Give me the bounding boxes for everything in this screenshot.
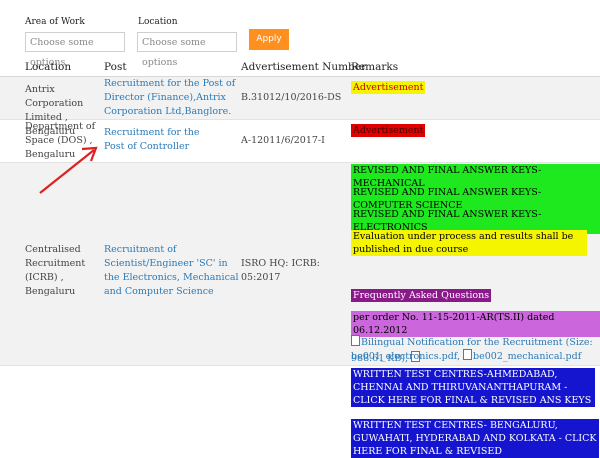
advertisement-number: A-12011/6/2017-I [241, 135, 325, 146]
header-remarks: Remarks [351, 61, 399, 73]
area-of-work-select[interactable]: Choose some options [25, 32, 125, 68]
area-of-work-label: Area of Work [25, 17, 85, 27]
post-link[interactable]: Recruitment of Scientist/Engineer 'SC' i… [104, 243, 239, 299]
table-row: Centralised Recruitment (ICRB) , Bengalu… [0, 163, 600, 366]
advertisement-number: B.31012/10/2016-DS [241, 92, 342, 103]
evaluation-notice: Evaluation under process and results sha… [351, 230, 587, 256]
header-post: Post [104, 61, 127, 73]
table-row: Antrix Corporation Limited , Bengaluru R… [0, 77, 600, 137]
advertisement-link[interactable]: Advertisement [351, 124, 426, 137]
be002-pdf-link[interactable]: be002_mechanical.pdf [473, 351, 581, 362]
table-row: WRITTEN TEST CENTRES-AHMEDABAD, CHENNAI … [0, 366, 600, 458]
notification-files-2: be001_electronics.pdf, be002_mechanical.… [351, 348, 581, 364]
post-link[interactable]: Recruitment for the Post of Director (Fi… [104, 77, 239, 119]
be001-pdf-link[interactable]: be001_electronics.pdf, [351, 351, 460, 362]
location-filter-label: Location [138, 17, 178, 27]
advertisement-number: ISRO HQ: ICRB: 05:2017 [241, 258, 320, 283]
apply-button[interactable]: Apply [249, 29, 289, 50]
row-location: Centralised Recruitment (ICRB) , Bengalu… [25, 244, 86, 297]
pdf-icon [351, 335, 360, 346]
header-location: Location [25, 61, 72, 73]
faq-link[interactable]: Frequently Asked Questions [351, 289, 492, 302]
row-location: Department of Space (DOS) , Bengaluru [25, 121, 96, 160]
table-row: Department of Space (DOS) , Bengaluru Re… [0, 120, 600, 163]
pdf-icon [463, 349, 473, 360]
header-advertisement-number: Advertisement Number [241, 61, 367, 73]
table-header: Location Post Advertisement Number Remar… [0, 58, 600, 77]
advertisement-link[interactable]: Advertisement [351, 81, 426, 94]
filter-bar: Area of Work Location Choose some option… [0, 0, 600, 68]
post-link[interactable]: Recruitment for the Post of Controller [104, 126, 214, 154]
location-select[interactable]: Choose some options [137, 32, 237, 68]
test-centres-north-link[interactable]: WRITTEN TEST CENTRES- BENGALURU, GUWAHAT… [351, 419, 599, 458]
test-centres-south-link[interactable]: WRITTEN TEST CENTRES-AHMEDABAD, CHENNAI … [351, 368, 595, 407]
